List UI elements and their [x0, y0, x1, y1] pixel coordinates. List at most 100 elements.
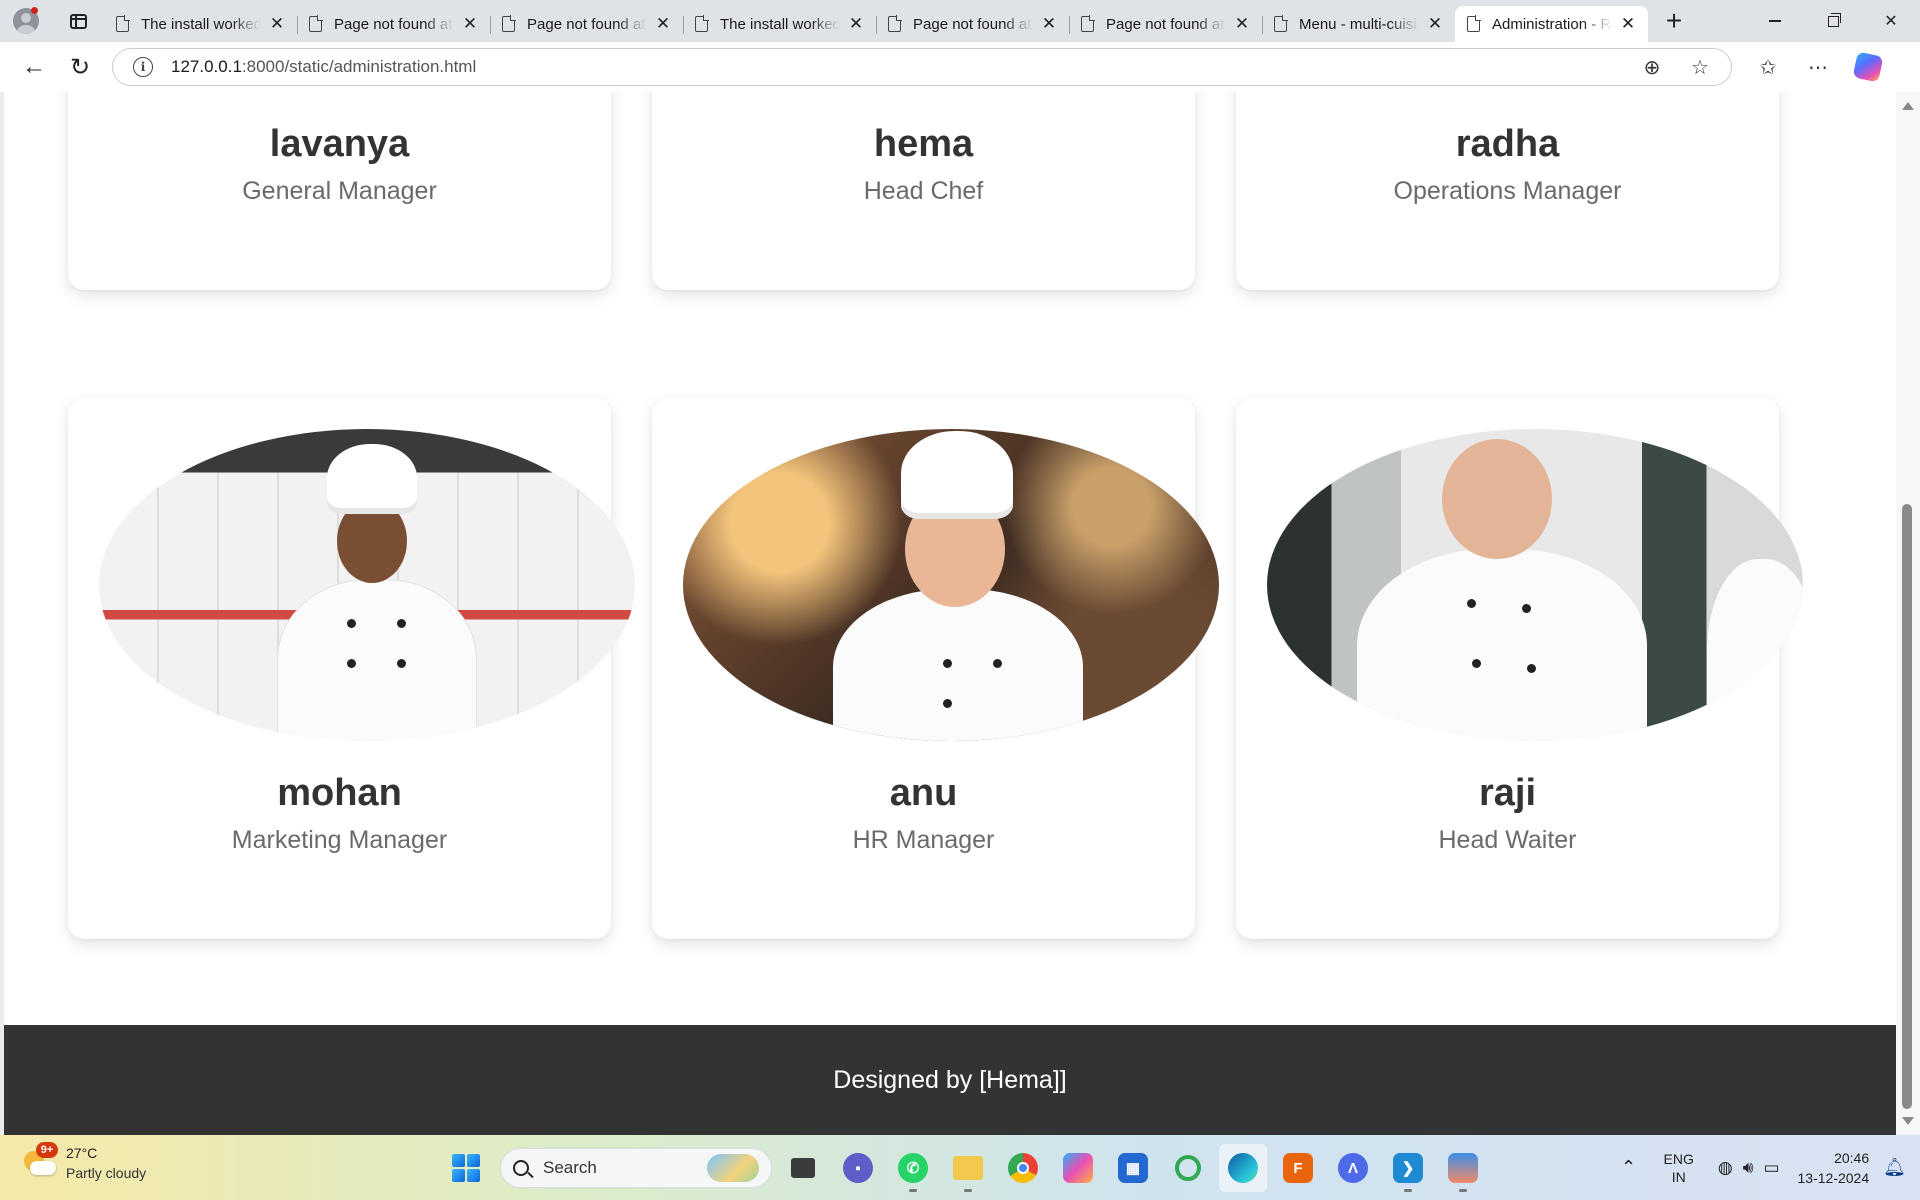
minimize-button[interactable]	[1746, 0, 1804, 42]
browser-tab[interactable]: Menu - multi-cuisine ✕	[1262, 6, 1455, 42]
member-name: anu	[889, 772, 958, 814]
taskbar-search[interactable]: Search	[500, 1148, 772, 1188]
browser-tab-active[interactable]: Administration - Restaurant ✕	[1455, 6, 1648, 42]
page-scrollbar[interactable]	[1896, 92, 1920, 1135]
member-role: Marketing Manager	[231, 826, 448, 854]
team-card: mohan Marketing Manager	[68, 398, 635, 939]
language-indicator[interactable]: ENG IN	[1664, 1150, 1694, 1186]
profile-button[interactable]	[0, 0, 52, 42]
chrome-icon[interactable]	[999, 1144, 1047, 1192]
close-tab-icon[interactable]: ✕	[1039, 14, 1059, 34]
close-tab-icon[interactable]: ✕	[1618, 14, 1638, 34]
tab-strip: The install worked successfully! Congrat…	[0, 0, 1920, 42]
back-arrow-icon: ←	[22, 53, 46, 80]
whatsapp-icon[interactable]: ✆	[889, 1144, 937, 1192]
windows-taskbar: 9+ 27°C Partly cloudy Search ▪ ✆ ▦ F Λ ❯…	[0, 1135, 1920, 1200]
browser-tab[interactable]: Page not found at / ✕	[1069, 6, 1262, 42]
tab-title: Administration - Restaurant	[1492, 15, 1612, 33]
page-icon	[1081, 15, 1095, 32]
volume-icon[interactable]: 🔊︎	[1743, 1158, 1754, 1178]
close-tab-icon[interactable]: ✕	[1232, 14, 1252, 34]
close-tab-icon[interactable]: ✕	[460, 14, 480, 34]
browser-tab[interactable]: Page not found at / ✕	[297, 6, 490, 42]
notification-bell-icon[interactable]: 🔔︎	[1883, 1157, 1906, 1178]
photo-detail	[397, 619, 406, 628]
member-name: hema	[873, 123, 974, 165]
window-controls: ✕	[1746, 0, 1920, 42]
close-window-button[interactable]: ✕	[1862, 0, 1920, 42]
close-tab-icon[interactable]: ✕	[846, 14, 866, 34]
url-text[interactable]: 127.0.0.1:8000/static/administration.htm…	[171, 57, 1621, 77]
fuse-icon[interactable]: F	[1274, 1144, 1322, 1192]
team-card: radha Operations Manager	[1236, 92, 1779, 290]
battery-icon[interactable]: ▭	[1763, 1158, 1779, 1178]
star-icon[interactable]: ☆	[1683, 50, 1717, 84]
tab-title: Page not found at /	[527, 15, 647, 33]
tab-title: Page not found at /	[913, 15, 1033, 33]
photo-figure	[833, 589, 1083, 741]
member-name: mohan	[277, 772, 402, 814]
app-icon[interactable]: Λ	[1329, 1144, 1377, 1192]
restore-icon	[1827, 12, 1841, 27]
photo-detail	[347, 619, 356, 628]
tray-icons[interactable]: ◍ 🔊︎ ▭	[1718, 1158, 1780, 1178]
folder-icon[interactable]	[944, 1144, 992, 1192]
member-role: Head Waiter	[1438, 826, 1577, 854]
photo-detail	[397, 659, 406, 668]
clock[interactable]: 20:46 13-12-2024	[1798, 1148, 1870, 1188]
scroll-up-arrow-icon[interactable]	[1902, 102, 1914, 110]
browser-tab[interactable]: Page not found at / ✕	[876, 6, 1069, 42]
tab-title: The install worked successfully! Congrat…	[141, 15, 261, 33]
store-icon[interactable]: ▦	[1109, 1144, 1157, 1192]
address-bar[interactable]: i 127.0.0.1:8000/static/administration.h…	[112, 48, 1732, 86]
zoom-icon[interactable]: ⊕	[1635, 50, 1669, 84]
search-highlight-icon	[707, 1154, 759, 1182]
tab-list: The install worked successfully! Congrat…	[104, 0, 1648, 42]
back-button[interactable]: ←	[14, 47, 54, 87]
scroll-thumb[interactable]	[1902, 504, 1912, 1109]
chevron-up-icon[interactable]: ⌃	[1614, 1157, 1644, 1178]
photo-figure	[277, 579, 477, 741]
team-member-photo	[1267, 429, 1803, 741]
partly-cloudy-icon: 9+	[20, 1142, 58, 1181]
search-icon	[513, 1160, 529, 1176]
member-role: Head Chef	[863, 177, 984, 205]
browser-tab[interactable]: The install worked successfully! Congrat…	[683, 6, 876, 42]
close-tab-icon[interactable]: ✕	[1425, 14, 1445, 34]
weather-widget[interactable]: 9+ 27°C Partly cloudy	[20, 1142, 147, 1183]
network-icon[interactable]: ◍	[1718, 1158, 1733, 1178]
paint-icon[interactable]	[1439, 1144, 1487, 1192]
page-icon	[888, 15, 902, 32]
browser-tab[interactable]: The install worked successfully! Congrat…	[104, 6, 297, 42]
start-button[interactable]	[442, 1144, 490, 1192]
more-icon[interactable]: ⋯	[1796, 47, 1840, 87]
copilot-icon[interactable]	[1054, 1144, 1102, 1192]
member-name: lavanya	[269, 123, 410, 165]
edge-icon[interactable]	[1219, 1144, 1267, 1192]
close-tab-icon[interactable]: ✕	[653, 14, 673, 34]
info-icon[interactable]: i	[133, 57, 153, 77]
system-tray: ⌃ ENG IN ◍ 🔊︎ ▭ 20:46 13-12-2024 🔔︎	[1614, 1135, 1920, 1200]
favorites-icon[interactable]: ✩	[1746, 47, 1790, 87]
sync-icon[interactable]	[1164, 1144, 1212, 1192]
search-label: Search	[543, 1158, 597, 1177]
browser-tab[interactable]: Page not found at / ✕	[490, 6, 683, 42]
file-explorer-icon[interactable]	[779, 1144, 827, 1192]
photo-detail	[347, 659, 356, 668]
tab-title: The install worked successfully! Congrat…	[720, 15, 840, 33]
restore-button[interactable]	[1804, 0, 1862, 42]
team-card: hema Head Chef	[652, 92, 1195, 290]
copilot-button[interactable]	[1846, 47, 1890, 87]
scroll-down-arrow-icon[interactable]	[1902, 1117, 1914, 1125]
team-card: raji Head Waiter	[1236, 398, 1803, 939]
page-icon	[1467, 15, 1481, 32]
reload-button[interactable]: ↻	[60, 47, 100, 87]
new-tab-button[interactable]: +	[1648, 0, 1700, 42]
tab-actions-button[interactable]	[52, 0, 104, 42]
close-tab-icon[interactable]: ✕	[267, 14, 287, 34]
vscode-icon[interactable]: ❯	[1384, 1144, 1432, 1192]
teams-icon[interactable]: ▪	[834, 1144, 882, 1192]
weather-condition: Partly cloudy	[66, 1165, 147, 1181]
url-path: :8000/static/administration.html	[241, 57, 477, 76]
reload-icon: ↻	[69, 53, 91, 81]
